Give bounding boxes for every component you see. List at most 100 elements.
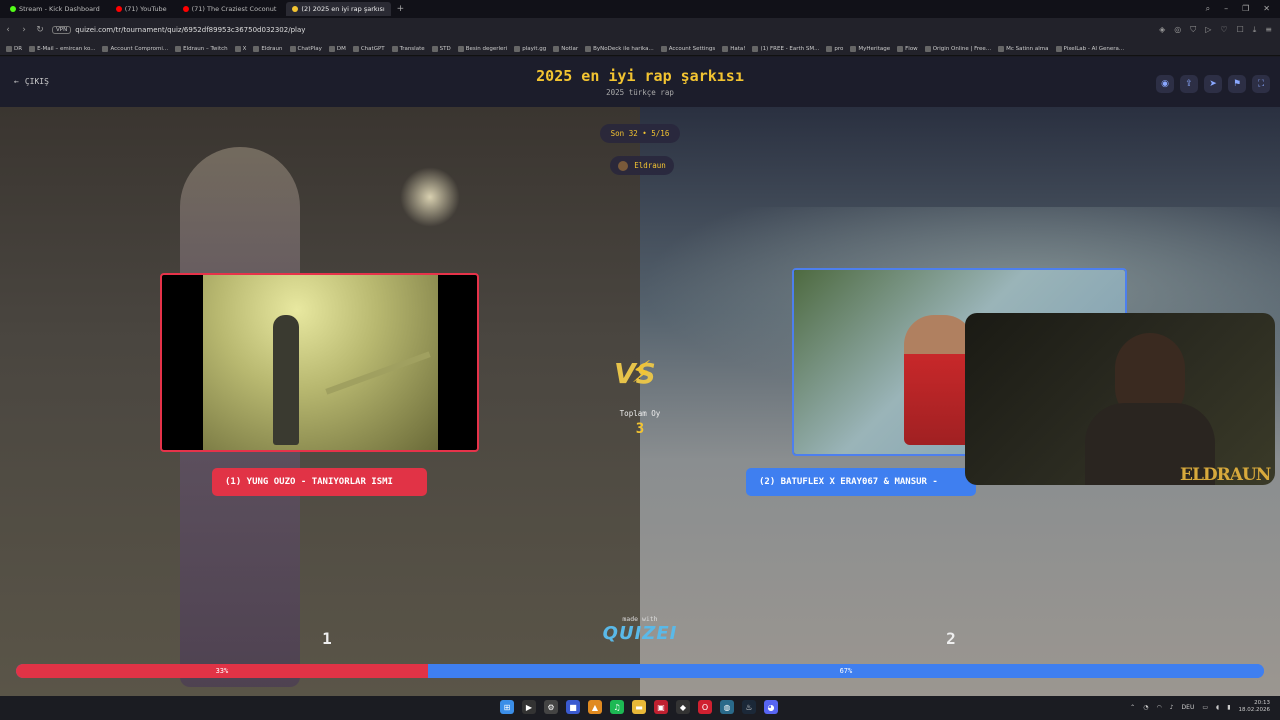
left-video-player[interactable] xyxy=(160,273,479,452)
send-icon[interactable]: ➤ xyxy=(1204,75,1222,93)
bookmark-item[interactable]: ChatGPT xyxy=(352,45,385,52)
bookmark-favicon-icon xyxy=(457,45,464,52)
search-tabs-icon[interactable]: ⌕ xyxy=(1206,4,1210,14)
bookmark-favicon-icon xyxy=(431,45,438,52)
chevron-up-icon[interactable]: ⌃ xyxy=(1130,704,1135,711)
bookmark-icon[interactable]: ☐ xyxy=(1237,25,1244,35)
terminal-icon[interactable]: ▶ xyxy=(522,700,536,714)
avatar xyxy=(618,160,629,171)
quizei-logo[interactable]: QUIZEI xyxy=(595,623,685,644)
bookmark-favicon-icon xyxy=(553,45,560,52)
choice-left-button[interactable]: (1) YUNG OUZO - TANIYORLAR ISMI xyxy=(212,468,427,496)
video-rail xyxy=(325,351,431,395)
bookmark-favicon-icon xyxy=(6,45,12,52)
keyboard-language[interactable]: DEU xyxy=(1182,704,1195,711)
opera-icon[interactable]: O xyxy=(698,700,712,714)
bookmark-favicon-icon xyxy=(722,45,729,52)
bookmark-favicon-icon xyxy=(660,45,667,52)
total-votes-value: 3 xyxy=(635,421,645,437)
bookmark-favicon-icon xyxy=(897,45,904,52)
browser-tab[interactable]: Stream - Kick Dashboard xyxy=(4,2,106,16)
camera-icon[interactable]: ◎ xyxy=(1174,25,1181,35)
browser-tab[interactable]: (71) The Craziest Coconut xyxy=(177,2,283,16)
reload-icon[interactable]: ↻ xyxy=(32,25,48,35)
network-icon[interactable]: ◔ xyxy=(1143,704,1148,711)
fullscreen-icon[interactable]: ⛶ xyxy=(1252,75,1270,93)
vote-progress-bar: 33% 67% xyxy=(16,664,1264,678)
bookmark-item[interactable]: DM xyxy=(328,45,346,52)
shield-icon[interactable]: ⛉ xyxy=(1190,25,1196,35)
streamer-watermark: ELDRAUN xyxy=(1180,465,1271,485)
settings-icon[interactable]: ⚙ xyxy=(544,700,558,714)
app-icon[interactable]: ■ xyxy=(566,700,580,714)
url-field[interactable]: quizei.com/tr/tournament/quiz/6952df8995… xyxy=(75,26,305,34)
bookmark-item[interactable]: STD xyxy=(431,45,451,52)
bookmark-item[interactable]: Translate xyxy=(391,45,425,52)
maximize-icon[interactable]: ❐ xyxy=(1242,4,1249,14)
bookmark-item[interactable]: PixelLab - AI Genera... xyxy=(1055,45,1124,52)
bookmark-item[interactable]: E-Mail – emircan ko... xyxy=(29,45,95,52)
bookmark-item[interactable]: Account Settings xyxy=(660,45,715,52)
menu-icon[interactable]: ≡ xyxy=(1265,25,1272,35)
bookmark-item[interactable]: Hata! xyxy=(722,45,745,52)
browser-tab[interactable]: (71) YouTube xyxy=(110,2,173,16)
bookmark-item[interactable]: ByNoDeck ile harika... xyxy=(585,45,654,52)
forward-icon[interactable]: › xyxy=(16,25,32,35)
windows-start-icon[interactable]: ⊞ xyxy=(500,700,514,714)
bookmark-item[interactable]: MyHeritage xyxy=(850,45,890,52)
new-tab-icon[interactable]: + xyxy=(397,4,405,14)
vpn-badge[interactable]: VPN xyxy=(52,26,72,34)
clock[interactable]: 20:13 18.02.2026 xyxy=(1239,700,1271,714)
bookmark-item[interactable]: Notlar xyxy=(553,45,578,52)
folder-icon[interactable]: ▬ xyxy=(632,700,646,714)
play-icon[interactable]: ▷ xyxy=(1205,25,1211,35)
bookmark-item[interactable]: Eldraun xyxy=(253,45,283,52)
discord-icon[interactable]: ◕ xyxy=(764,700,778,714)
page-title: 2025 en iyi rap şarkısı xyxy=(536,67,744,85)
bookmark-item[interactable]: Besin degerleri xyxy=(457,45,507,52)
bookmark-item[interactable]: ChatPlay xyxy=(289,45,322,52)
bookmark-item[interactable]: Mc Satinn alma xyxy=(998,45,1049,52)
bookmark-item[interactable]: Eldraun – Twitch xyxy=(175,45,228,52)
back-icon[interactable]: ‹ xyxy=(0,25,16,35)
extension-icon[interactable]: ◈ xyxy=(1159,25,1165,35)
flag-icon[interactable]: ⚑ xyxy=(1228,75,1246,93)
right-choice-number: 2 xyxy=(946,629,956,648)
lightning-icon: ⚡ xyxy=(631,355,653,390)
left-vote-share: 33% xyxy=(16,664,428,678)
wifi-icon[interactable]: ◠ xyxy=(1156,704,1161,711)
eye-icon[interactable]: ◉ xyxy=(1156,75,1174,93)
bookmark-item[interactable]: X xyxy=(234,45,246,52)
bookmark-favicon-icon xyxy=(289,45,296,52)
bookmark-item[interactable]: pro xyxy=(826,45,843,52)
close-icon[interactable]: ✕ xyxy=(1263,4,1270,14)
media-icon[interactable]: ▣ xyxy=(654,700,668,714)
taskbar-apps: ⊞ ▶ ⚙ ■ ▲ ♫ ▬ ▣ ◆ O ◍ ♨ ◕ xyxy=(500,700,778,714)
bookmark-favicon-icon xyxy=(1055,45,1062,52)
display-icon[interactable]: ▭ xyxy=(1202,704,1208,711)
globe-icon[interactable]: ◍ xyxy=(720,700,734,714)
battery-icon[interactable]: ▮ xyxy=(1227,704,1230,711)
bookmark-item[interactable]: DR xyxy=(6,45,22,52)
vlc-icon[interactable]: ▲ xyxy=(588,700,602,714)
share-icon[interactable]: ⇪ xyxy=(1180,75,1198,93)
bookmark-item[interactable]: (1) FREE - Earth SM... xyxy=(752,45,819,52)
bookmark-item[interactable]: Origin Online | Free... xyxy=(924,45,991,52)
left-choice-number: 1 xyxy=(322,629,332,648)
heart-icon[interactable]: ♡ xyxy=(1220,25,1227,35)
bookmark-item[interactable]: playit.gg xyxy=(514,45,546,52)
quizei-icon xyxy=(292,6,299,12)
bookmark-item[interactable]: Flow xyxy=(897,45,918,52)
volume-icon[interactable]: ♪ xyxy=(1170,704,1174,711)
spotify-icon[interactable]: ♫ xyxy=(610,700,624,714)
game-icon[interactable]: ◆ xyxy=(676,700,690,714)
bookmarks-bar: DR E-Mail – emircan ko... Account Compro… xyxy=(0,42,1280,56)
download-icon[interactable]: ⤓ xyxy=(1253,25,1257,35)
browser-tab-active[interactable]: (2) 2025 en iyi rap şarkısı xyxy=(286,2,391,16)
host-name: Eldraun xyxy=(634,161,666,170)
bookmark-item[interactable]: Account Compromi... xyxy=(102,45,168,52)
minimize-icon[interactable]: – xyxy=(1224,4,1228,14)
speaker-icon[interactable]: ◖ xyxy=(1216,704,1219,711)
steam-icon[interactable]: ♨ xyxy=(742,700,756,714)
choice-right-button[interactable]: (2) BATUFLEX X ERAY067 & MANSUR - xyxy=(746,468,976,496)
